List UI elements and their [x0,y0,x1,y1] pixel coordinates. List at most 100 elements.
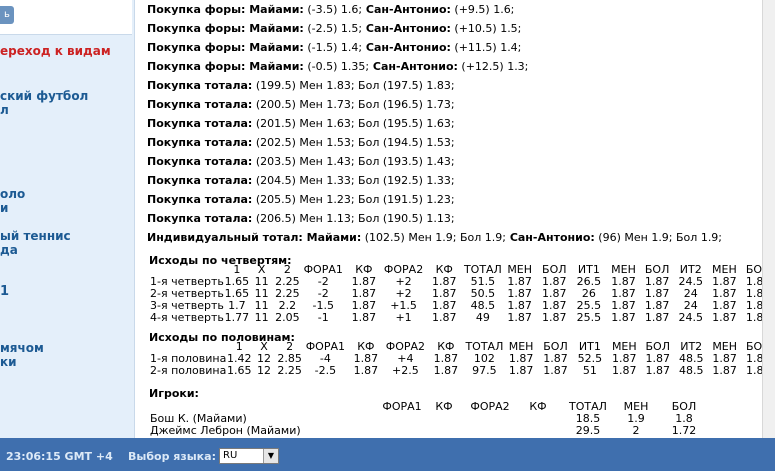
bet-line: Покупка тотала: (199.5) Мен 1.83; Бол (1… [147,79,455,92]
table-cell[interactable]: 49 [464,312,502,324]
table-cell[interactable]: -1 [301,312,345,324]
bet-line: Покупка форы: Майами: (-1.5) 1.4; Сан-Ан… [147,41,521,54]
table-cell[interactable]: 1.87 [502,312,538,324]
table-cell[interactable]: -2.5 [303,365,347,377]
bet-line-b: Сан-Антонио: [362,22,451,35]
sidebar-link[interactable]: л [0,103,9,117]
table-cell[interactable]: 24.5 [674,312,708,324]
sidebar-link[interactable]: 1 [0,285,9,299]
bet-line-pre: Покупка форы: Майами: [147,60,304,73]
sidebar-link[interactable]: да [0,243,18,257]
bet-line: Покупка форы: Майами: (-2.5) 1.5; Сан-Ан… [147,22,521,35]
table-row: 2-я половина 1.65 12 2.25 -2.5 1.87 +2.5 1.87 97… [148,365,775,377]
table-cell[interactable]: 51 [572,365,607,377]
table-cell[interactable]: 2.05 [273,312,301,324]
sidebar-link[interactable]: ый теннис [0,229,71,243]
column-header: КФ [435,400,453,413]
sidebar-link[interactable]: мячом [0,341,44,355]
bet-line-pre: Покупка тотала: [147,117,253,130]
table-row: Джеймс Леброн (Майами) 29.5 2 1.72 [148,425,712,437]
sidebar-link[interactable]: оло [0,187,25,201]
bet-line-b: Сан-Антонио: [505,231,595,244]
footer-bar: 23:06:15 GMT +4 Выбор языка: RU ▼ [0,438,775,471]
table-cell[interactable]: 1.87 [426,365,465,377]
table-cell [424,413,464,425]
language-label: Выбор языка: [128,450,216,463]
row-label: 2-я половина [150,364,227,377]
sidebar-link[interactable]: ский футбол [0,89,88,103]
bet-line-a: (204.5) Мен 1.33; Бол (192.5) 1.33; [252,174,455,187]
table-cell[interactable]: 1.72 [656,425,712,437]
table-cell[interactable]: 1.65 [226,365,252,377]
language-select[interactable]: RU ▼ [219,448,279,464]
table-cell[interactable]: 2 [616,425,656,437]
table-cell[interactable]: 29.5 [560,425,616,437]
halves-table: 1 X 2 ФОРА1 КФ ФОРА2 КФ ТОТАЛ МЕН БОЛ ИТ1 МЕН БОЛ ИТ2… [148,341,775,377]
table-cell[interactable]: 1.87 [503,365,538,377]
sidebar-top-box: ь [0,0,132,35]
table-row: 4-я четверть 1.77 11 2.05 -1 1.87 +1 1.87 49 1.87… [148,312,775,324]
clock-text: 23:06:15 GMT +4 [6,450,113,463]
table-cell[interactable]: 1.87 [537,312,571,324]
table-cell[interactable]: 97.5 [465,365,503,377]
bet-line-c: (+12.5) 1.3; [457,60,529,73]
bet-line: Индивидуальный тотал: Майами: (102.5) Ме… [147,231,722,244]
table-cell[interactable]: 25.5 [571,312,607,324]
bet-line-a: (201.5) Мен 1.63; Бол (195.5) 1.63; [252,117,455,130]
sidebar-button[interactable]: ь [0,6,14,24]
vertical-scrollbar[interactable] [762,0,775,438]
table-cell[interactable]: 11 [250,312,274,324]
bet-line-a: (203.5) Мен 1.43; Бол (193.5) 1.43; [252,155,455,168]
table-cell [464,425,516,437]
table-cell[interactable]: 1.77 [224,312,250,324]
table-cell[interactable]: 1.87 [607,312,641,324]
main-content: Покупка форы: Майами: (-3.5) 1.6; Сан-Ан… [140,0,775,438]
bet-line-c: (+9.5) 1.6; [450,3,515,16]
bet-line-b: Сан-Антонио: [362,3,451,16]
table-cell[interactable]: 1.87 [345,312,382,324]
table-cell[interactable]: 48.5 [674,365,707,377]
bet-line-a: (-0.5) 1.35; [303,60,370,73]
bet-line-c: (+11.5) 1.4; [450,41,522,54]
table-cell[interactable]: 1.87 [539,365,572,377]
bet-line: Покупка тотала: (202.5) Мен 1.53; Бол (1… [147,136,455,149]
quarters-table: 1 X 2 ФОРА1 КФ ФОРА2 КФ ТОТАЛ МЕН БОЛ ИТ1 МЕН БОЛ ИТ2… [148,264,775,324]
bet-line-a: (-2.5) 1.5; [303,22,363,35]
table-cell[interactable]: 1.87 [641,365,674,377]
table-cell [424,425,464,437]
table-cell [464,413,516,425]
table-cell[interactable]: 1.87 [347,365,384,377]
table-cell[interactable]: 1.87 [425,312,464,324]
table-cell [380,413,424,425]
bet-line: Покупка форы: Майами: (-0.5) 1.35; Сан-А… [147,60,528,73]
bet-line-pre: Покупка форы: Майами: [147,3,304,16]
table-cell[interactable]: 1.87 [708,312,742,324]
column-header: ФОРА2 [470,400,510,413]
table-cell[interactable]: 1.87 [608,365,641,377]
bet-line-a: (199.5) Мен 1.83; Бол (197.5) 1.83; [252,79,455,92]
table-cell[interactable]: +1 [383,312,425,324]
table-cell [516,425,560,437]
sidebar-link[interactable]: ереход к видам [0,44,111,58]
bet-line-c: (+10.5) 1.5; [450,22,522,35]
table-cell[interactable]: 1.87 [640,312,674,324]
bet-line-a: (-1.5) 1.4; [303,41,363,54]
table-cell[interactable]: 12 [252,365,275,377]
sidebar-link[interactable]: и [0,201,8,215]
bet-line-a: (200.5) Мен 1.73; Бол (196.5) 1.73; [252,98,455,111]
bet-line-pre: Индивидуальный тотал: Майами: [147,231,362,244]
table-cell[interactable]: +2.5 [384,365,426,377]
sidebar: ь ереход к видам ский футбол л оло и ый тенни… [0,0,135,438]
table-cell[interactable]: 1.87 [708,365,741,377]
bet-line-pre: Покупка форы: Майами: [147,41,304,54]
chevron-down-icon[interactable]: ▼ [263,449,278,463]
bet-line-b: Сан-Антонио: [369,60,458,73]
sidebar-link[interactable]: ки [0,355,17,369]
bet-line-c: (96) Мен 1.9; Бол 1.9; [594,231,723,244]
bet-line-a: (-3.5) 1.6; [303,3,363,16]
language-value: RU [223,450,238,461]
row-label: 4-я четверть [150,311,224,324]
bet-line-pre: Покупка форы: Майами: [147,22,304,35]
table-cell[interactable]: 2.25 [276,365,304,377]
bet-line-pre: Покупка тотала: [147,136,253,149]
